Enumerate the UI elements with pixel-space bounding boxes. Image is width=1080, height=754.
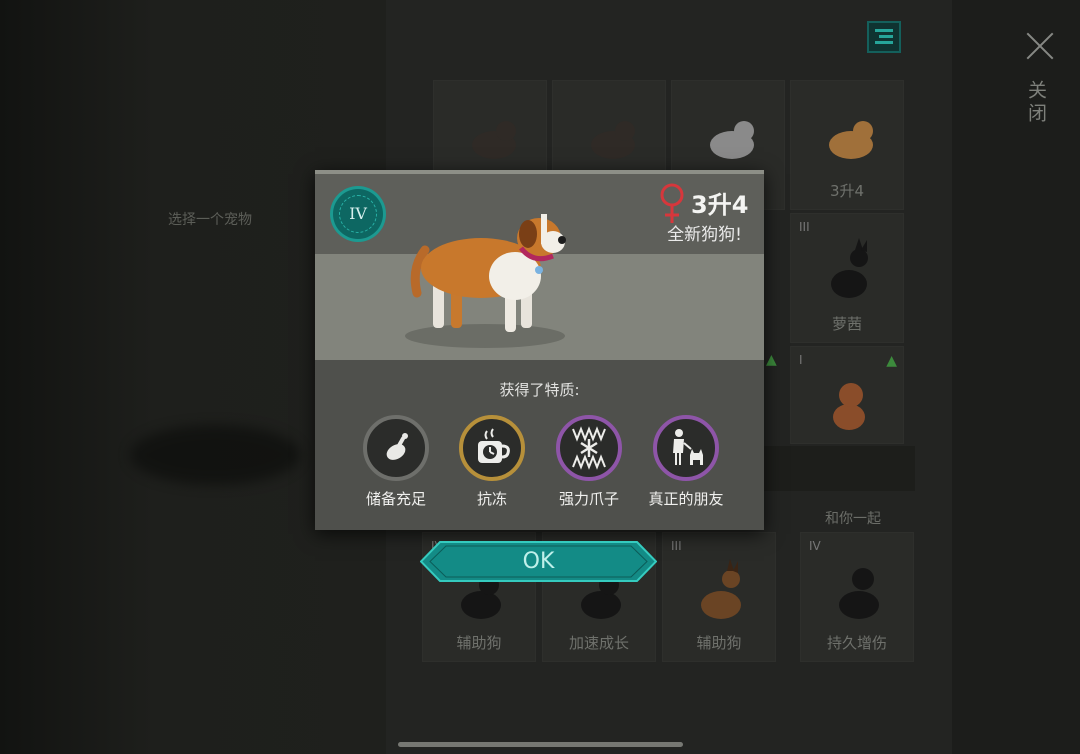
pet-name: 萝茜 (831, 315, 862, 333)
snowflake-claw-icon (556, 415, 622, 481)
trait-item[interactable]: 储备充足 (346, 415, 446, 509)
pet-card[interactable]: III 萝茜 (790, 213, 904, 343)
upgrade-arrow-icon: ▲ (766, 352, 777, 368)
pet-name: 辅助狗 (456, 634, 502, 652)
dog-icon (710, 121, 754, 159)
upgrade-arrow-icon: ▲ (886, 353, 897, 369)
ok-label: OK (522, 549, 555, 574)
pet-card[interactable]: IV 持久增伤 (800, 532, 914, 662)
background-right (952, 0, 1080, 754)
trait-label: 真正的朋友 (648, 490, 724, 508)
trait-item[interactable]: 真正的朋友 (636, 415, 736, 509)
tier-label: IV (339, 195, 377, 233)
pet-tier: III (671, 539, 682, 553)
meat-icon (363, 415, 429, 481)
pet-tier: IV (809, 539, 821, 553)
select-pet-hint: 选择一个宠物 (168, 212, 252, 228)
pet-stage-shadow (130, 425, 300, 485)
pet-card[interactable]: I ▲ (790, 346, 904, 444)
close-icon[interactable] (1022, 28, 1058, 64)
dog-icon (472, 121, 516, 159)
dog-icon (831, 238, 868, 298)
pet-tier: III (799, 220, 810, 234)
dog-icon (839, 568, 879, 619)
close-label[interactable]: 关闭 (1025, 80, 1050, 126)
new-pet-dialog: IV 3升4 全新狗狗! 获得了特质: 储备充足 抗冻 强力爪子 真正的朋友 (315, 170, 764, 530)
ok-button[interactable]: OK (419, 541, 658, 582)
filter-menu-button[interactable] (867, 21, 901, 53)
trait-label: 强力爪子 (558, 490, 619, 508)
pet-name: 加速成长 (568, 634, 629, 652)
pet-age: 3升4 (691, 191, 749, 219)
pet-card[interactable]: III 辅助狗 (662, 532, 776, 662)
pet-card[interactable]: 3升4 (790, 80, 904, 210)
trait-label: 储备充足 (365, 490, 426, 508)
trait-label: 抗冻 (476, 490, 507, 508)
scrollbar[interactable] (398, 742, 683, 747)
dog-icon (701, 559, 741, 619)
trait-item[interactable]: 抗冻 (442, 415, 542, 509)
dog-icon (829, 121, 873, 159)
new-dog-label: 全新狗狗! (667, 225, 742, 245)
person-dog-icon (653, 415, 719, 481)
together-label: 和你一起 (825, 511, 881, 527)
pet-name: 持久增伤 (826, 634, 887, 652)
hot-drink-icon (459, 415, 525, 481)
trait-item[interactable]: 强力爪子 (539, 415, 639, 509)
tier-badge: IV (333, 189, 383, 239)
saint-bernard-dog-icon (410, 214, 566, 332)
info-strip (760, 446, 915, 491)
pet-name: 3升4 (829, 182, 865, 200)
dog-icon (591, 121, 635, 159)
pet-tier: I (799, 353, 803, 367)
traits-title: 获得了特质: (499, 381, 580, 399)
dog-icon (833, 383, 865, 430)
pet-name: 辅助狗 (696, 634, 742, 652)
